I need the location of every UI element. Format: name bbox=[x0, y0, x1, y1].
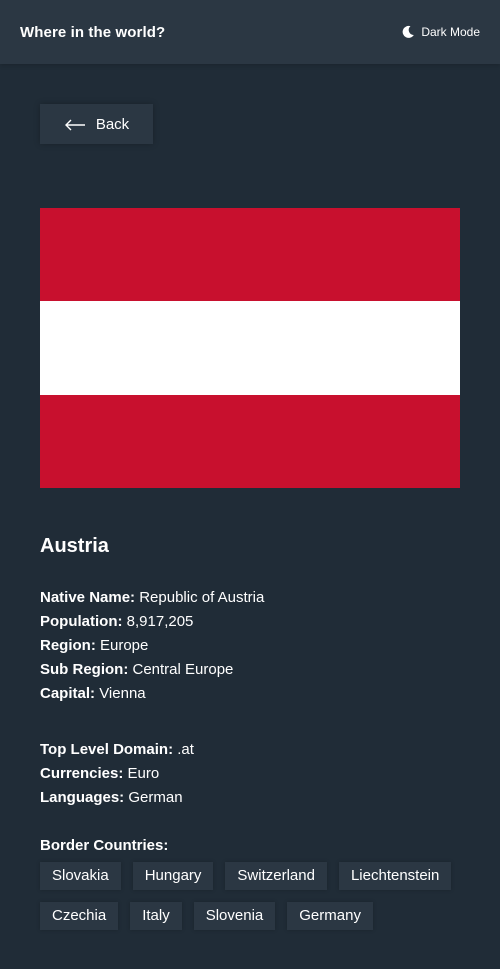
border-country-chip[interactable]: Slovenia bbox=[193, 902, 276, 930]
flag-stripe-bottom bbox=[40, 394, 460, 488]
detail-population: Population: 8,917,205 bbox=[40, 613, 194, 630]
flag-stripe-top bbox=[40, 208, 460, 302]
border-countries-list: Slovakia Hungary Switzerland Liechtenste… bbox=[40, 862, 460, 930]
dark-mode-label: Dark Mode bbox=[421, 25, 480, 39]
country-name: Austria bbox=[40, 535, 109, 557]
arrow-left-icon bbox=[64, 118, 86, 131]
flag-stripe-middle bbox=[40, 301, 460, 395]
country-details-secondary: Top Level Domain: .at Currencies: Euro L… bbox=[40, 738, 460, 810]
detail-tld: Top Level Domain: .at bbox=[40, 741, 194, 758]
moon-icon bbox=[401, 25, 415, 39]
border-country-chip[interactable]: Liechtenstein bbox=[338, 862, 452, 890]
detail-native-name: Native Name: Republic of Austria bbox=[40, 589, 265, 606]
main-content: Back Austria Native Name: Republic of Au… bbox=[0, 64, 500, 930]
border-country-chip[interactable]: Italy bbox=[130, 902, 182, 930]
border-country-chip[interactable]: Czechia bbox=[40, 902, 119, 930]
app-title: Where in the world? bbox=[20, 23, 166, 41]
border-country-chip[interactable]: Switzerland bbox=[225, 862, 327, 890]
header: Where in the world? Dark Mode bbox=[0, 0, 500, 64]
back-button[interactable]: Back bbox=[40, 104, 153, 144]
border-countries-title: Border Countries: bbox=[40, 837, 169, 854]
border-country-chip[interactable]: Germany bbox=[287, 902, 373, 930]
country-details-primary: Native Name: Republic of Austria Populat… bbox=[40, 586, 460, 706]
dark-mode-toggle[interactable]: Dark Mode bbox=[401, 25, 480, 39]
back-button-label: Back bbox=[95, 115, 130, 133]
detail-region: Region: Europe bbox=[40, 637, 149, 654]
detail-currencies: Currencies: Euro bbox=[40, 765, 160, 782]
detail-capital: Capital: Vienna bbox=[40, 685, 146, 702]
border-country-chip[interactable]: Hungary bbox=[132, 862, 214, 890]
country-flag bbox=[40, 208, 460, 488]
detail-sub-region: Sub Region: Central Europe bbox=[40, 661, 234, 678]
border-country-chip[interactable]: Slovakia bbox=[40, 862, 121, 890]
detail-languages: Languages: German bbox=[40, 789, 183, 806]
